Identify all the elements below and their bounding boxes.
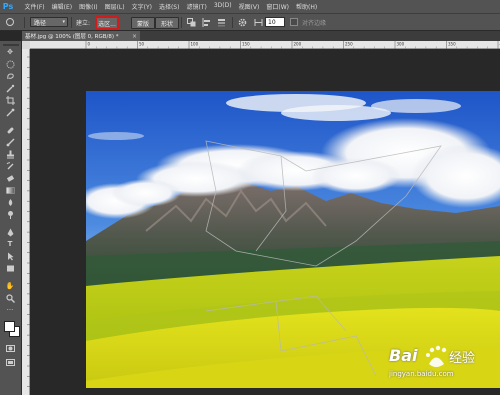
separator [232,17,233,28]
document-tab-title: 基材.jpg @ 100% (图层 0, RGB/8) * [25,34,119,40]
path-operations-icon[interactable] [185,17,197,27]
history-brush-icon[interactable] [3,161,17,171]
gradient-icon[interactable] [3,185,17,195]
pen-icon[interactable] [3,227,17,237]
document-tab[interactable]: 基材.jpg @ 100% (图层 0, RGB/8) * × [22,31,140,41]
tools-panel: ✥ T ✋ ··· [0,41,22,395]
ruler-label: 100 [191,42,199,47]
path-alignment-icon[interactable] [200,17,212,27]
ruler-label: 0 [88,42,91,47]
menu-item[interactable]: 帮助(H) [293,2,321,11]
healing-icon[interactable] [3,125,17,135]
watermark-brand2: 经验 [449,351,476,366]
watermark-brand: Bai [389,346,418,365]
checkbox-box [290,18,298,26]
ruler-label: 300 [397,42,405,47]
zoom-icon[interactable] [3,293,17,303]
ruler-ticks: 050100150200250300350400 [85,41,500,49]
quick-mask-icon[interactable] [3,343,17,353]
eyedropper-icon[interactable] [3,107,17,117]
options-bar: 路径 ▾ 建立: 选区... 蒙版 形状 10 对齐边缘 [0,13,500,31]
ruler-label: 350 [448,42,456,47]
menu-bar: Ps 文件(F) 编辑(E) 图像(I) 图层(L) 文字(Y) 选择(S) 滤镜(T) 3D… [0,0,500,13]
pen-tool-icon[interactable] [3,17,17,27]
ruler-label: 150 [242,42,250,47]
vertical-ruler [22,49,30,395]
separator [71,17,72,28]
shape-icon[interactable] [3,263,17,273]
mode-select[interactable]: 路径 ▾ [30,17,68,27]
blur-icon[interactable] [3,197,17,207]
document-tab-bar: 基材.jpg @ 100% (图层 0, RGB/8) * × [22,31,500,41]
gear-icon[interactable] [236,17,248,27]
path-arrangement-icon[interactable] [215,17,227,27]
watermark-url: jingyan.baidu.com [389,370,454,378]
menu-item[interactable]: 视图(V) [235,2,263,11]
align-edges-checkbox[interactable] [290,17,298,27]
align-edges-label: 对齐边缘 [301,19,326,27]
app-logo: Ps [1,0,15,13]
close-icon[interactable]: × [132,33,137,40]
more-tools-icon[interactable]: ··· [3,305,17,315]
type-icon[interactable]: T [3,239,17,249]
menu-items: 文件(F) 编辑(E) 图像(I) 图层(L) 文字(Y) 选择(S) 滤镜(T) 3D(D)… [21,2,321,11]
watermark: Bai 经验 jingyan.baidu.com [389,342,499,382]
move-icon[interactable]: ✥ [3,47,17,57]
ruler-corner [22,41,30,49]
menu-item[interactable]: 图像(I) [76,2,101,11]
foreground-color-swatch-top [4,321,15,332]
menu-item[interactable]: 文字(Y) [128,2,155,11]
ruler-ticks-vertical [27,56,30,387]
ruler-label: 250 [345,42,353,47]
menu-item[interactable]: 编辑(E) [48,2,75,11]
width-icon [252,17,264,27]
eraser-icon[interactable] [3,173,17,183]
menu-item[interactable]: 滤镜(T) [183,2,210,11]
path-select-icon[interactable] [3,251,17,261]
separator [181,17,182,28]
stamp-icon[interactable] [3,149,17,159]
ruler-label: 200 [294,42,302,47]
marquee-icon[interactable] [3,59,17,69]
menu-item[interactable]: 选择(S) [155,2,183,11]
menu-item[interactable]: 窗口(W) [263,2,293,11]
make-label: 建立: [75,19,91,27]
separator [24,17,25,28]
lasso-icon[interactable] [3,71,17,81]
dodge-icon[interactable] [3,209,17,219]
menu-item[interactable]: 文件(F) [21,2,48,11]
chevron-down-icon: ▾ [62,19,65,25]
mode-select-value: 路径 [34,19,47,27]
hand-icon[interactable]: ✋ [3,281,17,291]
brush-icon[interactable] [3,137,17,147]
mask-button[interactable]: 蒙版 [131,17,155,29]
ruler-label: 50 [139,42,145,47]
crop-icon[interactable] [3,95,17,105]
width-input[interactable]: 10 [265,17,285,27]
menu-item[interactable]: 图层(L) [101,2,128,11]
quick-select-icon[interactable] [3,83,17,93]
shape-button[interactable]: 形状 [155,17,179,29]
menu-item[interactable]: 3D(D) [210,2,235,11]
selection-button[interactable]: 选区... [96,17,118,29]
horizontal-ruler: 050100150200250300350400 [30,41,500,49]
screen-mode-icon[interactable] [3,357,17,367]
